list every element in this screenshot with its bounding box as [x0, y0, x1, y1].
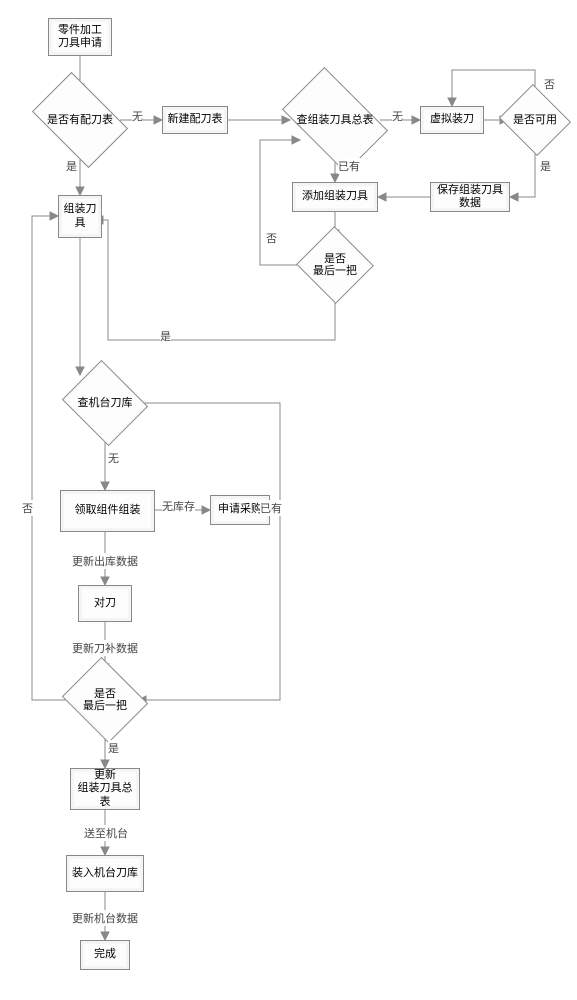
node-add-assembly-tool: 添加组装刀具	[292, 182, 378, 212]
node-label: 查机台刀库	[70, 397, 140, 409]
node-update-assembly-list: 更新组装刀具总表	[70, 768, 140, 810]
edge-label-send: 送至机台	[84, 825, 128, 841]
node-label: 领取组件组装	[75, 504, 141, 517]
node-label: 是否可用	[503, 114, 567, 126]
node-done: 完成	[80, 940, 130, 970]
node-label: 完成	[94, 948, 116, 961]
edge-label-exists-2: 已有	[260, 500, 282, 516]
edge-label-none-2: 无	[392, 108, 403, 124]
flowchart-canvas: 零件加工刀具申请 是否有配刀表 新建配刀表 查组装刀具总表 虚拟装刀 是否可用 …	[0, 0, 577, 1000]
edge-label-nostock: 无库存	[162, 498, 195, 514]
node-fetch-components: 领取组件组装	[60, 490, 155, 532]
node-label: 更新组装刀具总表	[73, 769, 137, 809]
node-label: 是否最后一把	[305, 253, 365, 277]
node-label: 对刀	[94, 597, 116, 610]
edge-label-upd-mach: 更新机台数据	[72, 910, 138, 926]
node-label: 零件加工刀具申请	[58, 24, 102, 50]
node-label: 装入机台刀库	[72, 867, 138, 880]
edge-label-yes-3: 是	[160, 328, 171, 344]
edge-label-no-1: 否	[544, 76, 555, 92]
node-label: 添加组装刀具	[302, 190, 368, 203]
node-label: 是否最后一把	[75, 688, 135, 712]
node-label: 查组装刀具总表	[290, 114, 380, 126]
edge-label-yes-2: 是	[540, 158, 551, 174]
edge-label-exists-1: 已有	[338, 158, 360, 174]
node-tool-calibrate: 对刀	[78, 585, 132, 622]
node-label: 新建配刀表	[168, 113, 223, 126]
edge-label-no-3: 否	[22, 500, 33, 516]
node-load-machine-mag: 装入机台刀库	[66, 855, 144, 892]
node-virtual-assemble: 虚拟装刀	[420, 106, 484, 134]
node-label: 保存组装刀具数据	[433, 184, 507, 210]
node-new-tool-table: 新建配刀表	[162, 106, 228, 134]
node-save-assembly-data: 保存组装刀具数据	[430, 182, 510, 212]
node-label: 虚拟装刀	[430, 113, 474, 126]
node-label: 申请采购	[218, 503, 262, 516]
edge-label-yes-1: 是	[66, 158, 77, 174]
node-label: 组装刀具	[61, 203, 99, 229]
node-part-tool-request: 零件加工刀具申请	[48, 18, 112, 56]
edge-label-none-1: 无	[132, 108, 143, 124]
node-label: 是否有配刀表	[40, 114, 120, 126]
node-assemble-tool: 组装刀具	[58, 195, 102, 238]
edge-label-no-2: 否	[266, 230, 277, 246]
edge-label-yes-4: 是	[108, 740, 119, 756]
edge-label-none-3: 无	[108, 450, 119, 466]
edge-label-upd-out: 更新出库数据	[72, 553, 138, 569]
edge-label-upd-comp: 更新刀补数据	[72, 640, 138, 656]
